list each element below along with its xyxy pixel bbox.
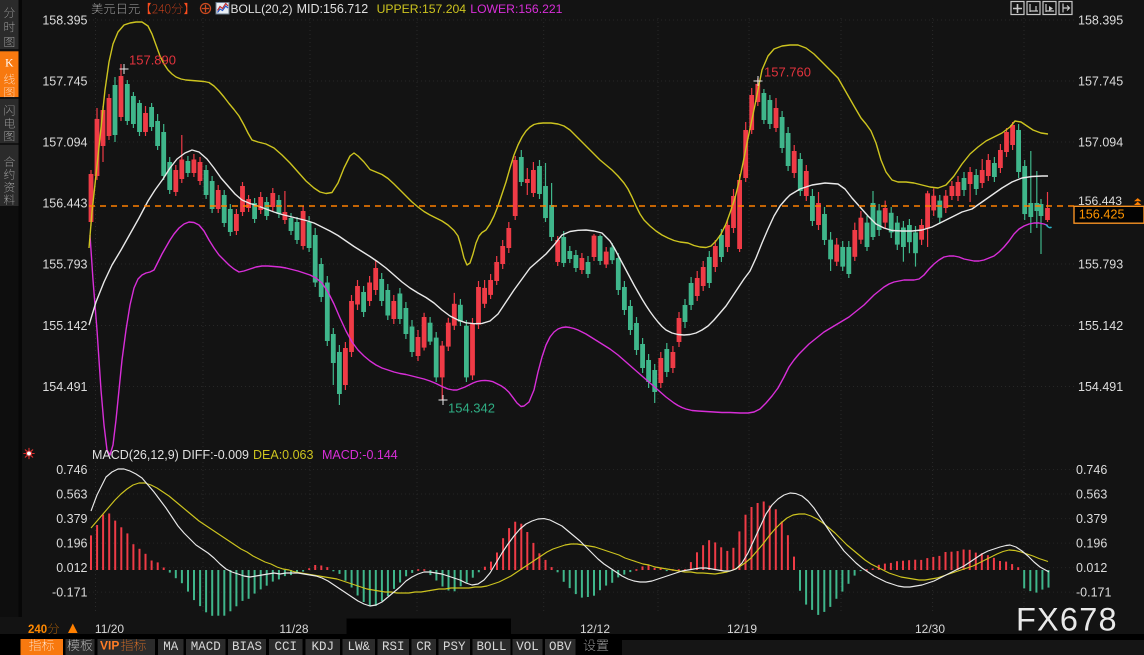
- svg-text:0.379: 0.379: [1076, 512, 1107, 526]
- svg-text:MA: MA: [163, 640, 179, 654]
- svg-text:BOLL: BOLL: [476, 640, 506, 654]
- svg-text:FX678: FX678: [1016, 602, 1118, 638]
- svg-text:MACD: MACD: [191, 640, 221, 654]
- svg-text:CCI: CCI: [275, 640, 298, 654]
- svg-text:MACD(26,12,9) DIFF:-0.009: MACD(26,12,9) DIFF:-0.009: [92, 448, 249, 462]
- svg-text:0.746: 0.746: [1076, 463, 1107, 477]
- svg-text:11/20: 11/20: [95, 622, 124, 636]
- svg-text:VIP: VIP: [100, 639, 119, 653]
- svg-text:K: K: [5, 58, 14, 70]
- svg-text:BIAS: BIAS: [232, 640, 262, 654]
- svg-text:12/12: 12/12: [580, 622, 610, 636]
- svg-text:157.890: 157.890: [129, 53, 176, 68]
- svg-text:BOLL(20,2): BOLL(20,2): [231, 2, 293, 16]
- svg-text:155.793: 155.793: [42, 258, 87, 272]
- svg-text:12/30: 12/30: [915, 622, 945, 636]
- svg-text:LOWER:156.221: LOWER:156.221: [470, 2, 562, 16]
- svg-text:KDJ: KDJ: [312, 640, 335, 654]
- svg-text:156.425: 156.425: [1079, 208, 1125, 222]
- svg-text:DEA:0.063: DEA:0.063: [253, 448, 314, 462]
- svg-text:-0.171: -0.171: [52, 586, 87, 600]
- svg-text:0.196: 0.196: [1076, 537, 1107, 551]
- svg-text:UPPER:157.204: UPPER:157.204: [377, 2, 467, 16]
- svg-text:155.142: 155.142: [42, 319, 87, 333]
- svg-text:0.563: 0.563: [1076, 488, 1107, 502]
- svg-text:158.395: 158.395: [1078, 14, 1123, 28]
- svg-text:154.342: 154.342: [448, 401, 495, 416]
- svg-text:154.491: 154.491: [1078, 380, 1123, 394]
- svg-text:0.746: 0.746: [56, 463, 87, 477]
- svg-text:156.443: 156.443: [42, 197, 87, 211]
- svg-text:0.379: 0.379: [56, 512, 87, 526]
- svg-text:CR: CR: [416, 640, 432, 654]
- svg-text:VOL: VOL: [516, 640, 539, 654]
- svg-text:158.395: 158.395: [42, 14, 87, 28]
- svg-text:MACD:-0.144: MACD:-0.144: [322, 448, 398, 462]
- svg-text:154.491: 154.491: [42, 380, 87, 394]
- svg-text:157.094: 157.094: [42, 136, 87, 150]
- svg-text:0.196: 0.196: [56, 537, 87, 551]
- svg-text:0.012: 0.012: [56, 561, 87, 575]
- svg-text:157.094: 157.094: [1078, 136, 1123, 150]
- svg-text:MID:156.712: MID:156.712: [297, 2, 369, 16]
- svg-text:-0.171: -0.171: [1076, 586, 1111, 600]
- svg-text:155.793: 155.793: [1078, 258, 1123, 272]
- svg-text:OBV: OBV: [549, 640, 572, 654]
- svg-text:157.745: 157.745: [1078, 75, 1123, 89]
- svg-text:0.012: 0.012: [1076, 561, 1107, 575]
- svg-text:RSI: RSI: [382, 640, 405, 654]
- svg-text:0.563: 0.563: [56, 488, 87, 502]
- svg-text:LW&: LW&: [348, 640, 371, 654]
- svg-text:12/19: 12/19: [727, 622, 757, 636]
- svg-text:157.760: 157.760: [764, 65, 811, 80]
- svg-text:PSY: PSY: [443, 640, 466, 654]
- svg-text:157.745: 157.745: [42, 75, 87, 89]
- svg-text:155.142: 155.142: [1078, 319, 1123, 333]
- svg-text:11/28: 11/28: [279, 622, 308, 636]
